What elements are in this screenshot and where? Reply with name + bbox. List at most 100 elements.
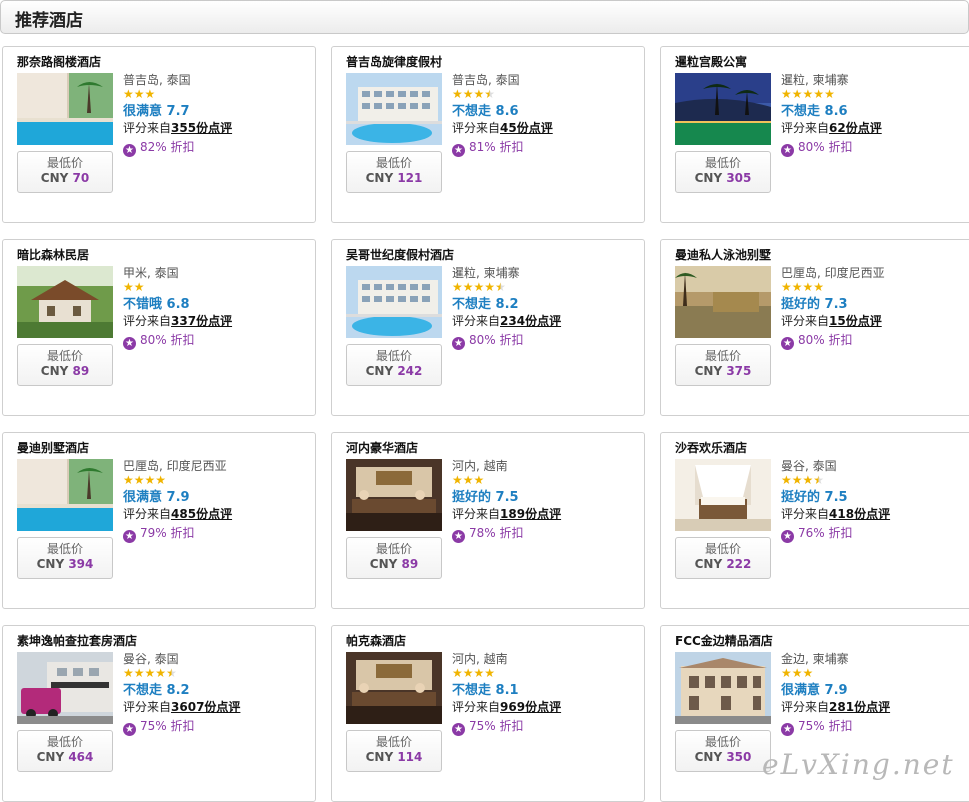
guest-rating: 挺好的 7.5 [781,490,848,505]
star-icon: ★ [462,280,474,294]
hotel-photo[interactable] [17,459,113,531]
hotel-thumbnail[interactable] [675,266,771,338]
hotel-photo[interactable] [675,652,771,724]
hotel-thumbnail[interactable] [675,652,771,724]
hotel-name[interactable]: 普吉岛旋律度假村 [346,53,442,70]
hotel-card[interactable]: 河内豪华酒店 最低价 CNY 89 河内, 越南 ★★★ 挺好的 7.5 评分来… [331,432,645,609]
hotel-thumbnail[interactable] [346,652,442,724]
star-icon: ★ [155,666,167,680]
price-box[interactable]: 最低价 CNY 464 [17,730,113,772]
hotel-info: 金边, 柬埔寨 ★★★ 很满意 7.9 评分来自281份点评 ★ 75% 折扣 [781,652,969,736]
hotel-photo[interactable] [346,459,442,531]
price-value: CNY 89 [18,363,112,379]
price-box[interactable]: 最低价 CNY 350 [675,730,771,772]
hotel-card[interactable]: 吴哥世纪度假村酒店 最低价 CNY 242 暹粒, 柬埔寨 ★★★★★ 不想走 … [331,239,645,416]
hotel-card[interactable]: 曼迪别墅酒店 最低价 CNY 394 巴厘岛, 印度尼西亚 ★★★★ 很满意 7… [2,432,316,609]
discount: ★ 75% 折扣 [452,716,642,736]
hotel-photo[interactable] [675,266,771,338]
discount-text: 80% 折扣 [140,333,195,347]
review-link[interactable]: 3607份点评 [171,700,240,714]
hotel-photo[interactable] [675,73,771,145]
hotel-thumbnail[interactable] [675,73,771,145]
review-prefix: 评分来自 [123,700,172,714]
hotel-thumbnail[interactable] [346,459,442,531]
hotel-photo[interactable] [17,73,113,145]
hotel-card[interactable]: 那奈路阁楼酒店 最低价 CNY 70 普吉岛, 泰国 ★★★ 很满意 7.7 评… [2,46,316,223]
price-box[interactable]: 最低价 CNY 121 [346,151,442,193]
hotel-photo[interactable] [17,652,113,724]
hotel-photo[interactable] [346,73,442,145]
review-link[interactable]: 15份点评 [829,314,882,328]
hotel-photo[interactable] [346,266,442,338]
review-link[interactable]: 355份点评 [171,121,232,135]
hotel-name[interactable]: 曼迪私人泳池别墅 [675,246,771,263]
price-box[interactable]: 最低价 CNY 305 [675,151,771,193]
hotel-name[interactable]: 沙吞欢乐酒店 [675,439,747,456]
price-box[interactable]: 最低价 CNY 114 [346,730,442,772]
hotel-thumbnail[interactable] [17,652,113,724]
star-icon: ★ [781,87,792,101]
discount-text: 75% 折扣 [469,719,524,733]
hotel-thumbnail[interactable] [17,459,113,531]
price-box[interactable]: 最低价 CNY 222 [675,537,771,579]
price-currency: CNY [40,171,69,185]
review-link[interactable]: 418份点评 [829,507,890,521]
star-icon: ★ [462,87,474,101]
hotel-card[interactable]: 暗比森林民居 最低价 CNY 89 甲米, 泰国 ★★ 不错哦 6.8 评分来自… [2,239,316,416]
hotel-photo[interactable] [17,266,113,338]
price-box[interactable]: 最低价 CNY 89 [346,537,442,579]
review-count: 评分来自485份点评 [123,506,313,523]
discount-badge-icon: ★ [123,337,136,350]
price-box[interactable]: 最低价 CNY 242 [346,344,442,386]
hotel-thumbnail[interactable] [17,73,113,145]
review-link[interactable]: 189份点评 [500,507,561,521]
star-icon: ★ [824,87,835,101]
hotel-name[interactable]: 那奈路阁楼酒店 [17,53,101,70]
hotel-name[interactable]: 暗比森林民居 [17,246,89,263]
discount: ★ 75% 折扣 [123,716,313,736]
review-link[interactable]: 281份点评 [829,700,890,714]
hotel-name[interactable]: FCC金边精品酒店 [675,632,773,649]
review-link[interactable]: 62份点评 [829,121,882,135]
hotel-photo[interactable] [346,652,442,724]
half-star-icon: ★ [495,280,506,294]
review-link[interactable]: 45份点评 [500,121,553,135]
hotel-name[interactable]: 暹粒宫殿公寓 [675,53,747,70]
price-box[interactable]: 最低价 CNY 375 [675,344,771,386]
hotel-card[interactable]: 帕克森酒店 最低价 CNY 114 河内, 越南 ★★★★ 不想走 8.1 评分… [331,625,645,802]
hotel-name[interactable]: 河内豪华酒店 [346,439,418,456]
hotel-name[interactable]: 素坤逸帕查拉套房酒店 [17,632,137,649]
hotel-card[interactable]: 沙吞欢乐酒店 最低价 CNY 222 曼谷, 泰国 ★★★★ 挺好的 7.5 评… [660,432,969,609]
discount-badge-icon: ★ [781,144,794,157]
price-box[interactable]: 最低价 CNY 394 [17,537,113,579]
hotel-card[interactable]: 普吉岛旋律度假村 最低价 CNY 121 普吉岛, 泰国 ★★★★ 不想走 8.… [331,46,645,223]
hotel-name[interactable]: 曼迪别墅酒店 [17,439,89,456]
star-icon: ★ [133,473,145,487]
hotel-name[interactable]: 帕克森酒店 [346,632,406,649]
hotel-thumbnail[interactable] [675,459,771,531]
price-label: 最低价 [704,735,741,749]
hotel-location: 暹粒, 柬埔寨 [452,266,520,280]
review-link[interactable]: 969份点评 [500,700,561,714]
hotel-card[interactable]: 素坤逸帕查拉套房酒店 最低价 CNY 464 曼谷, 泰国 ★★★★★ 不想走 … [2,625,316,802]
review-link[interactable]: 337份点评 [171,314,232,328]
hotel-thumbnail[interactable] [17,266,113,338]
review-link[interactable]: 234份点评 [500,314,561,328]
price-label: 最低价 [46,349,83,363]
hotel-thumbnail[interactable] [346,73,442,145]
hotel-name[interactable]: 吴哥世纪度假村酒店 [346,246,454,263]
star-rating: ★★★★ [452,88,642,103]
price-label: 最低价 [375,156,412,170]
hotel-card[interactable]: 曼迪私人泳池别墅 最低价 CNY 375 巴厘岛, 印度尼西亚 ★★★★ 挺好的… [660,239,969,416]
price-box[interactable]: 最低价 CNY 70 [17,151,113,193]
discount: ★ 79% 折扣 [123,523,313,543]
price-value: CNY 305 [676,170,770,186]
hotel-thumbnail[interactable] [346,266,442,338]
discount: ★ 80% 折扣 [452,330,642,350]
review-link[interactable]: 485份点评 [171,507,232,521]
price-box[interactable]: 最低价 CNY 89 [17,344,113,386]
price-value: CNY 464 [18,749,112,765]
hotel-photo[interactable] [675,459,771,531]
hotel-card[interactable]: 暹粒宫殿公寓 最低价 CNY 305 暹粒, 柬埔寨 ★★★★★ 不想走 8.6… [660,46,969,223]
star-icon: ★ [802,666,814,680]
